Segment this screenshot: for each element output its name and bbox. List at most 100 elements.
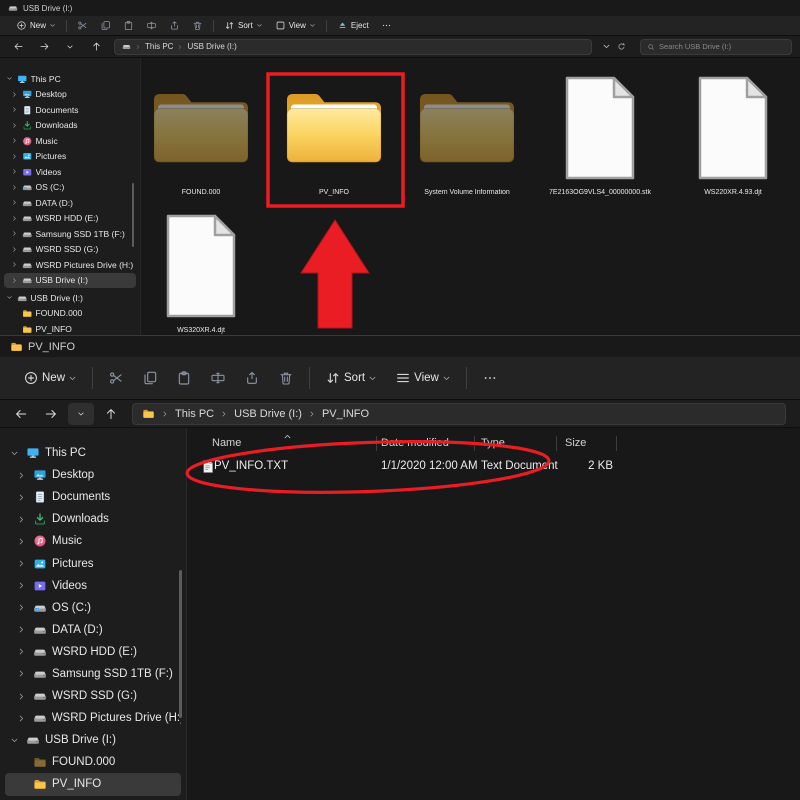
recent-locations-button[interactable] xyxy=(58,38,82,56)
eject-button[interactable]: Eject xyxy=(337,20,369,31)
chevron-down-icon xyxy=(49,22,56,29)
sidebar-item-data-d[interactable]: DATA (D:) xyxy=(4,195,136,211)
sidebar-item-wsrd-pictures-drive-h[interactable]: WSRD Pictures Drive (H:) xyxy=(5,707,181,729)
tab-title: PV_INFO xyxy=(28,341,75,353)
videos-icon xyxy=(22,167,33,178)
new-button[interactable]: New xyxy=(23,370,77,386)
sidebar-item-wsrd-ssd-g[interactable]: WSRD SSD (G:) xyxy=(5,685,181,707)
paste-button[interactable] xyxy=(176,370,192,386)
drive-icon xyxy=(22,244,33,255)
column-header-date-modified[interactable]: Date modified xyxy=(381,437,449,449)
chevron-down-icon xyxy=(6,75,13,82)
column-separator[interactable] xyxy=(556,436,557,451)
sidebar-item-pictures[interactable]: Pictures xyxy=(4,149,136,165)
chevron-down-icon[interactable] xyxy=(602,42,611,51)
file-item-7e2163og9vls4-00000000-stk[interactable]: 7E2163OG9VLS4_00000000.stk xyxy=(534,72,666,196)
forward-button[interactable] xyxy=(38,403,64,425)
sidebar-item-music[interactable]: Music xyxy=(5,530,181,552)
this-pc-icon xyxy=(17,74,28,85)
sidebar-item-usb-drive-i[interactable]: USB Drive (I:) xyxy=(4,273,136,289)
sidebar-item-wsrd-pictures-drive-h[interactable]: WSRD Pictures Drive (H:) xyxy=(4,257,136,273)
breadcrumb-usb-drive-i[interactable]: USB Drive (I:) xyxy=(234,408,302,420)
tab-pv-info[interactable]: PV_INFO xyxy=(10,340,75,353)
sidebar-item-label: This PC xyxy=(31,74,61,84)
sidebar-item-desktop[interactable]: Desktop xyxy=(4,87,136,103)
more-button[interactable] xyxy=(381,20,392,31)
scrollbar[interactable] xyxy=(179,570,182,718)
breadcrumb-this-pc[interactable]: This PC xyxy=(175,408,214,420)
sidebar-item-pictures[interactable]: Pictures xyxy=(5,552,181,574)
cut-button[interactable] xyxy=(108,370,124,386)
sort-button[interactable]: Sort xyxy=(224,20,263,31)
cut-button[interactable] xyxy=(77,20,88,31)
scrollbar[interactable] xyxy=(132,183,134,247)
column-header-size[interactable]: Size xyxy=(565,437,586,449)
share-button[interactable] xyxy=(169,20,180,31)
breadcrumb-this-pc[interactable]: This PC xyxy=(145,42,173,51)
up-button[interactable] xyxy=(98,403,124,425)
sidebar-item-music[interactable]: Music xyxy=(4,133,136,149)
sidebar-item-usb-drive-i[interactable]: USB Drive (I:) xyxy=(5,729,181,751)
sidebar-item-this-pc[interactable]: This PC xyxy=(5,442,181,464)
sidebar-item-pv-info[interactable]: PV_INFO xyxy=(5,773,181,795)
copy-button[interactable] xyxy=(100,20,111,31)
sidebar-item-usb-drive-i[interactable]: USB Drive (I:) xyxy=(4,290,136,306)
column-header-type[interactable]: Type xyxy=(481,437,505,449)
folder-item-found-000[interactable]: FOUND.000 xyxy=(141,72,267,196)
folder-item-system-volume-information[interactable]: System Volume Information xyxy=(401,72,533,196)
sidebar-item-found-000[interactable]: FOUND.000 xyxy=(4,306,136,322)
column-header-name[interactable]: Name xyxy=(212,437,241,449)
refresh-icon[interactable] xyxy=(617,42,626,51)
sidebar-item-found-000[interactable]: FOUND.000 xyxy=(5,751,181,773)
view-button[interactable]: View xyxy=(395,370,451,386)
column-separator[interactable] xyxy=(474,436,475,451)
new-button[interactable]: New xyxy=(16,20,56,31)
sidebar-item-wsrd-ssd-g[interactable]: WSRD SSD (G:) xyxy=(4,242,136,258)
sidebar-item-samsung-ssd-1tb-f[interactable]: Samsung SSD 1TB (F:) xyxy=(5,663,181,685)
more-button[interactable] xyxy=(482,370,498,386)
file-item-ws220xr-4-93-djt[interactable]: WS220XR.4.93.djt xyxy=(667,72,799,196)
sidebar-item-desktop[interactable]: Desktop xyxy=(5,464,181,486)
sidebar-item-samsung-ssd-1tb-f[interactable]: Samsung SSD 1TB (F:) xyxy=(4,226,136,242)
column-separator[interactable] xyxy=(376,436,377,451)
recent-locations-button[interactable] xyxy=(68,403,94,425)
sort-button[interactable]: Sort xyxy=(325,370,377,386)
sidebar-item-os-c[interactable]: OS (C:) xyxy=(4,180,136,196)
address-bar[interactable]: This PC USB Drive (I:) PV_INFO xyxy=(132,403,786,425)
view-button[interactable]: View xyxy=(275,20,316,31)
sidebar-item-documents[interactable]: Documents xyxy=(5,486,181,508)
copy-button[interactable] xyxy=(142,370,158,386)
sidebar-item-wsrd-hdd-e[interactable]: WSRD HDD (E:) xyxy=(5,641,181,663)
breadcrumb-usb-drive-i[interactable]: USB Drive (I:) xyxy=(187,42,236,51)
rename-button[interactable] xyxy=(146,20,157,31)
sidebar-item-videos[interactable]: Videos xyxy=(5,575,181,597)
up-button[interactable] xyxy=(84,38,108,56)
sidebar-item-downloads[interactable]: Downloads xyxy=(4,118,136,134)
address-bar[interactable]: This PC USB Drive (I:) xyxy=(114,39,592,55)
breadcrumb-pv-info[interactable]: PV_INFO xyxy=(322,408,369,420)
back-button[interactable] xyxy=(6,38,30,56)
sidebar-item-documents[interactable]: Documents xyxy=(4,102,136,118)
folder-item-pv-info[interactable]: PV_INFO xyxy=(268,72,400,196)
rename-button[interactable] xyxy=(210,370,226,386)
file-item-ws320xr-4-djt[interactable]: WS320XR.4.djt xyxy=(141,210,267,334)
sidebar-item-pv-info[interactable]: PV_INFO xyxy=(4,321,136,335)
column-separator[interactable] xyxy=(616,436,617,451)
file-row-pv-info-txt[interactable]: PV_INFO.TXT1/1/2020 12:00 AMText Documen… xyxy=(187,455,800,479)
share-button[interactable] xyxy=(244,370,260,386)
tab-usb-drive[interactable]: USB Drive (I:) xyxy=(8,3,72,13)
sidebar-item-downloads[interactable]: Downloads xyxy=(5,508,181,530)
paste-button[interactable] xyxy=(123,20,134,31)
sidebar-item-os-c[interactable]: OS (C:) xyxy=(5,597,181,619)
sidebar-item-wsrd-hdd-e[interactable]: WSRD HDD (E:) xyxy=(4,211,136,227)
forward-button[interactable] xyxy=(32,38,56,56)
search-input[interactable] xyxy=(659,42,785,51)
sidebar-item-videos[interactable]: Videos xyxy=(4,164,136,180)
sidebar-item-this-pc[interactable]: This PC xyxy=(4,71,136,87)
delete-button[interactable] xyxy=(278,370,294,386)
delete-button[interactable] xyxy=(192,20,203,31)
search-box[interactable] xyxy=(640,39,792,55)
pictures-icon xyxy=(33,557,47,571)
sidebar-item-data-d[interactable]: DATA (D:) xyxy=(5,619,181,641)
back-button[interactable] xyxy=(8,403,34,425)
